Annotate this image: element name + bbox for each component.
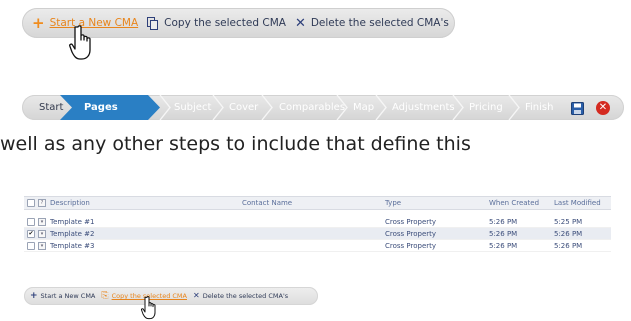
chevron-divider: [508, 95, 520, 120]
row-type: Cross Property: [385, 230, 437, 238]
expand-icon[interactable]: ▾: [38, 242, 46, 250]
chevron-divider: [452, 95, 464, 120]
chevron-divider: [336, 95, 348, 120]
delete-cma-button[interactable]: ✕ Delete the selected CMA's: [295, 17, 449, 30]
row-checkbox[interactable]: ✔: [27, 230, 35, 238]
start-new-cma-button[interactable]: + Start a New CMA: [30, 290, 96, 301]
step-start[interactable]: Start: [39, 95, 63, 120]
row-modified: 5:25 PM: [554, 218, 583, 226]
row-type: Cross Property: [385, 218, 437, 226]
table-header: ? Description Contact Name Type When Cre…: [24, 196, 611, 210]
plus-icon: +: [32, 13, 45, 32]
delete-cma-button[interactable]: ✕ Delete the selected CMA's: [192, 291, 289, 301]
row-created: 5:26 PM: [489, 218, 518, 226]
step-cover[interactable]: Cover: [229, 95, 258, 120]
copy-icon: [147, 16, 159, 30]
row-checkbox[interactable]: [27, 242, 35, 250]
plus-icon: +: [30, 290, 38, 301]
step-subject[interactable]: Subject: [174, 95, 211, 120]
step-pages[interactable]: Pages: [84, 95, 118, 120]
row-description[interactable]: Template #2: [50, 230, 95, 238]
chevron-divider: [375, 95, 387, 120]
row-modified: 5:26 PM: [554, 242, 583, 250]
col-type[interactable]: Type: [385, 199, 401, 207]
body-text: well as any other steps to include that …: [0, 133, 471, 155]
step-pricing[interactable]: Pricing: [469, 95, 503, 120]
wizard-steps: Start Pages Subject Cover Comparables Ma…: [22, 95, 624, 120]
expand-icon[interactable]: ▾: [38, 218, 46, 226]
hand-cursor-icon: [69, 25, 91, 60]
table-row[interactable]: ▾ Template #1 Cross Property 5:26 PM 5:2…: [24, 216, 611, 228]
close-icon[interactable]: ✕: [596, 101, 610, 115]
row-type: Cross Property: [385, 242, 437, 250]
row-created: 5:26 PM: [489, 242, 518, 250]
start-new-cma-label: Start a New CMA: [40, 292, 96, 300]
copy-cma-label: Copy the selected CMA: [164, 17, 286, 29]
row-checkbox[interactable]: [27, 218, 35, 226]
x-icon: ✕: [294, 15, 306, 31]
delete-cma-label: Delete the selected CMA's: [310, 17, 449, 29]
select-all-checkbox[interactable]: [27, 199, 35, 207]
help-icon: ?: [38, 199, 46, 207]
col-last-modified[interactable]: Last Modified: [554, 199, 601, 207]
cma-toolbar-small: + Start a New CMA ⎘ Copy the selected CM…: [24, 287, 318, 305]
col-contact-name[interactable]: Contact Name: [242, 199, 292, 207]
x-icon: ✕: [192, 291, 200, 300]
chevron-divider: [212, 95, 224, 120]
step-finish[interactable]: Finish: [525, 95, 553, 120]
row-description[interactable]: Template #3: [50, 242, 95, 250]
row-modified: 5:26 PM: [554, 230, 583, 238]
row-description[interactable]: Template #1: [50, 218, 95, 226]
row-created: 5:26 PM: [489, 230, 518, 238]
table-row[interactable]: ✔ ▾ Template #2 Cross Property 5:26 PM 5…: [24, 228, 611, 240]
cma-table: ? Description Contact Name Type When Cre…: [24, 196, 611, 252]
delete-cma-label: Delete the selected CMA's: [202, 292, 289, 300]
copy-icon: ⎘: [101, 291, 109, 301]
step-adjustments[interactable]: Adjustments: [392, 95, 455, 120]
chevron-divider: [261, 95, 273, 120]
expand-icon[interactable]: ▾: [38, 230, 46, 238]
save-icon[interactable]: [571, 102, 584, 115]
step-map[interactable]: Map: [353, 95, 374, 120]
col-description[interactable]: Description: [50, 199, 90, 207]
table-row[interactable]: ▾ Template #3 Cross Property 5:26 PM 5:2…: [24, 240, 611, 252]
chevron-divider: [159, 95, 171, 120]
col-when-created[interactable]: When Created: [489, 199, 539, 207]
copy-cma-button[interactable]: Copy the selected CMA: [147, 16, 286, 30]
hand-cursor-icon: [140, 296, 156, 320]
